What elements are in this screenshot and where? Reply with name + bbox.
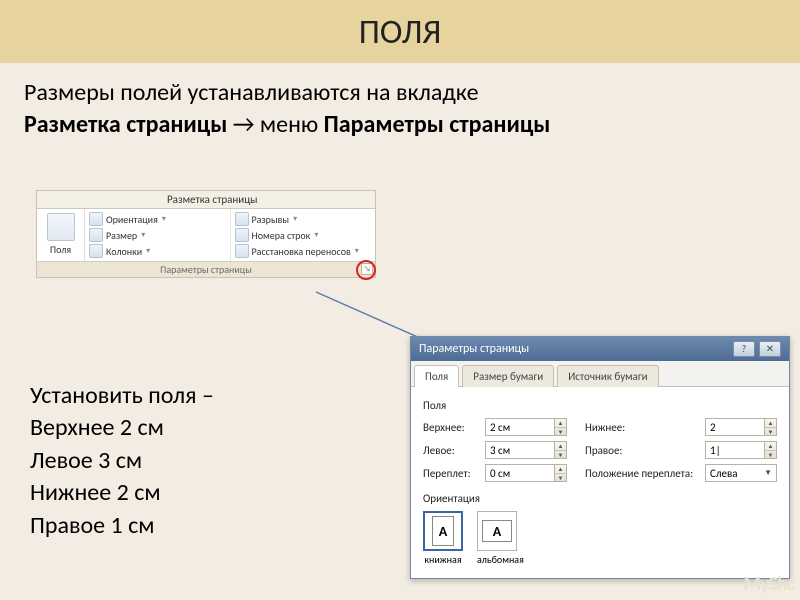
intro-tab-name: Разметка страницы — [24, 110, 227, 139]
gutter-pos-value: Слева — [710, 467, 738, 480]
instr-line: Нижнее 2 см — [30, 477, 214, 509]
watermark: MyShc — [743, 572, 794, 596]
bottom-spinner[interactable]: ▲▼ — [765, 418, 777, 436]
margins-label: Поля — [37, 243, 84, 256]
intro-text: Размеры полей устанавливаются на вкладке… — [0, 63, 800, 154]
orientation-group-label: Ориентация — [423, 492, 777, 505]
chevron-down-icon: ▾ — [314, 230, 318, 240]
dialog-tabs: Поля Размер бумаги Источник бумаги — [411, 361, 789, 387]
columns-button[interactable]: Колонки ▾ — [89, 243, 226, 259]
intro-line1: Размеры полей устанавливаются на вкладке — [24, 78, 479, 107]
bottom-field[interactable]: 2 — [705, 418, 765, 436]
portrait-page-icon: A — [432, 516, 454, 546]
dialog-title-text: Параметры страницы — [419, 342, 529, 356]
right-spinner[interactable]: ▲▼ — [765, 441, 777, 459]
top-label: Верхнее: — [423, 421, 485, 434]
ribbon-screenshot: Разметка страницы Поля Ориентация ▾ Разме… — [36, 190, 376, 278]
tab-margins[interactable]: Поля — [414, 365, 459, 387]
bottom-label: Нижнее: — [567, 421, 705, 434]
size-label: Размер — [106, 229, 137, 242]
chevron-down-icon: ▾ — [141, 230, 145, 240]
instr-line: Левое 3 см — [30, 445, 214, 477]
margins-button[interactable]: Поля — [37, 209, 85, 261]
orientation-landscape[interactable]: A альбомная — [477, 511, 524, 566]
instr-line: Верхнее 2 см — [30, 412, 214, 444]
ribbon-group-label: Параметры страницы ↘ — [37, 261, 375, 277]
gutter-label: Переплет: — [423, 467, 485, 480]
chevron-down-icon: ▾ — [355, 246, 359, 256]
instr-line: Правое 1 см — [30, 510, 214, 542]
portrait-label: книжная — [423, 553, 463, 566]
line-numbers-icon — [235, 228, 249, 242]
intro-menu-name: Параметры страницы — [324, 110, 551, 139]
gutter-spinner[interactable]: ▲▼ — [555, 464, 567, 482]
line-numbers-label: Номера строк — [252, 229, 311, 242]
orientation-portrait[interactable]: A книжная — [423, 511, 463, 566]
portrait-thumb: A — [423, 511, 463, 551]
fields-group-label: Поля — [423, 399, 777, 412]
breaks-icon — [235, 212, 249, 226]
columns-label: Колонки — [106, 245, 142, 258]
top-spinner[interactable]: ▲▼ — [555, 418, 567, 436]
dialog-launcher-button[interactable]: ↘ — [361, 263, 373, 275]
instr-line: Установить поля – — [30, 380, 214, 412]
ribbon-tab[interactable]: Разметка страницы — [37, 191, 375, 209]
hyphenation-icon — [235, 244, 249, 258]
margins-icon — [47, 213, 75, 241]
left-spinner[interactable]: ▲▼ — [555, 441, 567, 459]
help-button[interactable]: ? — [733, 341, 755, 357]
intro-menu-word: меню — [260, 110, 324, 139]
top-field[interactable]: 2 см — [485, 418, 555, 436]
left-label: Левое: — [423, 444, 485, 457]
orientation-button[interactable]: Ориентация ▾ — [89, 211, 226, 227]
page-setup-dialog: Параметры страницы ? ✕ Поля Размер бумаг… — [410, 336, 790, 579]
size-button[interactable]: Размер ▾ — [89, 227, 226, 243]
right-label: Правое: — [567, 444, 705, 457]
right-field[interactable]: 1| — [705, 441, 765, 459]
highlight-circle — [356, 260, 376, 280]
chevron-down-icon: ▾ — [162, 214, 166, 224]
landscape-thumb: A — [477, 511, 517, 551]
slide-title: ПОЛЯ — [0, 0, 800, 63]
hyphenation-button[interactable]: Расстановка переносов ▾ — [235, 243, 372, 259]
line-numbers-button[interactable]: Номера строк▾ — [235, 227, 372, 243]
gutter-field[interactable]: 0 см — [485, 464, 555, 482]
gutter-pos-select[interactable]: Слева ▼ — [705, 464, 777, 482]
landscape-label: альбомная — [477, 553, 524, 566]
hyphenation-label: Расстановка переносов — [252, 245, 351, 258]
tab-paper-size[interactable]: Размер бумаги — [462, 365, 554, 387]
tab-paper-source[interactable]: Источник бумаги — [557, 365, 658, 387]
intro-arrow: → — [227, 110, 260, 139]
chevron-down-icon: ▾ — [293, 214, 297, 224]
chevron-down-icon: ▼ — [764, 468, 772, 478]
ribbon-group-text: Параметры страницы — [160, 263, 252, 276]
chevron-down-icon: ▾ — [146, 246, 150, 256]
orientation-label: Ориентация — [106, 213, 158, 226]
columns-icon — [89, 244, 103, 258]
dialog-titlebar: Параметры страницы ? ✕ — [411, 337, 789, 361]
landscape-page-icon: A — [482, 520, 512, 542]
left-field[interactable]: 3 см — [485, 441, 555, 459]
gutter-pos-label: Положение переплета: — [567, 467, 705, 480]
orientation-icon — [89, 212, 103, 226]
size-icon — [89, 228, 103, 242]
breaks-button[interactable]: Разрывы▾ — [235, 211, 372, 227]
breaks-label: Разрывы — [252, 213, 290, 226]
close-button[interactable]: ✕ — [759, 341, 781, 357]
instructions-text: Установить поля – Верхнее 2 см Левое 3 с… — [30, 380, 214, 542]
